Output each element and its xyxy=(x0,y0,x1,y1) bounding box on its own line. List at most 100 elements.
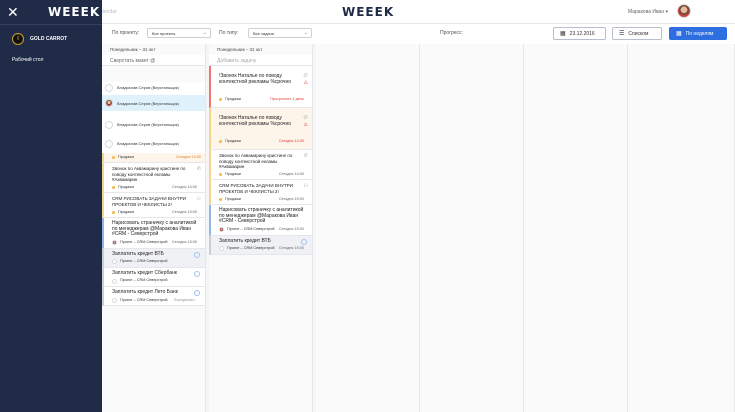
type-filter-label: По типу: xyxy=(219,30,239,36)
column-header: Понедельник – 31 окт xyxy=(217,47,263,52)
task-tag: Проект – CRM Северстрой xyxy=(112,298,167,304)
date-picker-button[interactable]: ▦ 23.12.2016 xyxy=(553,27,606,40)
column-header: Понедельник – 31 окт xyxy=(110,47,156,52)
users-icon: ⚇ xyxy=(303,183,308,190)
task-date: Сегодня 15:00 xyxy=(278,226,304,231)
task-title: Нарисовать страничку с аналитикой по мен… xyxy=(112,220,197,238)
task-card[interactable]: !Звонок Наталье по поводу контекстной ре… xyxy=(209,66,312,108)
task-date: Просрочено 1 день xyxy=(270,97,304,102)
filter-bar: По проекту: Все проекты ⌄ По типу: Все з… xyxy=(102,24,735,44)
check-icon[interactable] xyxy=(194,289,200,296)
task-tag: Проект – CRM Северстрой xyxy=(219,246,274,252)
task-card[interactable]: Заплатить кредит ВТБ Проект – CRM Северс… xyxy=(102,248,205,268)
user-menu[interactable]: Маракова Иван ▾ xyxy=(628,9,668,15)
breadcrumb[interactable]: alendar xyxy=(100,9,117,15)
task-card[interactable]: CRM РИСОВАТЬ ЗАДАЧИ ВНУТРИ ПРОЕКТОВ И ЧЕ… xyxy=(209,180,312,206)
task-title: Нарисовать страничку с аналитикой по мен… xyxy=(219,207,304,225)
project-filter-select[interactable]: Все проекты ⌄ xyxy=(147,28,211,38)
task-card[interactable]: Звонок по Аквамарину кристине по поводу … xyxy=(102,163,205,194)
task-tag: Продажи xyxy=(112,210,134,216)
day-column xyxy=(524,44,628,412)
sidebar-logo: WEEEK xyxy=(48,5,101,19)
check-icon[interactable] xyxy=(194,251,200,258)
task-date: Сегодня 14:00 xyxy=(278,139,304,144)
task-card[interactable]: Заплатить кредит Лето Банк Проект – CRM … xyxy=(102,286,205,307)
check-icon[interactable] xyxy=(194,270,200,277)
task-tag: Продажи xyxy=(219,97,241,103)
assignee-option[interactable]: Владислав Серов (Верстальщик) xyxy=(102,82,205,93)
task-card[interactable]: Нарисовать страничку с аналитикой по мен… xyxy=(102,218,205,249)
project-filter-value: Все проекты xyxy=(152,31,176,36)
phone-icon: ✆ xyxy=(196,166,201,172)
assignee-name: Владислав Серов (Верстальщик) xyxy=(117,100,179,106)
assignee-name: Владислав Серов (Верстальщик) xyxy=(117,141,179,146)
team-switcher[interactable]: i GOLD CARROT xyxy=(12,33,67,45)
task-title: Заплатить кредит Сбербанк xyxy=(112,269,177,276)
list-view-button[interactable]: ☰ Списком xyxy=(612,27,662,40)
team-name: GOLD CARROT xyxy=(30,36,68,42)
assignee-option[interactable]: Владислав Серов (Верстальщик) xyxy=(102,95,205,111)
task-tag: Продажи xyxy=(112,185,134,191)
add-task-input[interactable]: Сверстать макет @ xyxy=(102,55,205,66)
assignee-dropdown: Владислав Серов (Верстальщик) Владислав … xyxy=(102,82,205,163)
task-card[interactable]: Заплатить кредит ВТБ Проект – CRM Северс… xyxy=(209,235,312,255)
task-card[interactable]: CRM РИСОВАТЬ ЗАДАЧИ ВНУТРИ ПРОЕКТОВ И ЧЕ… xyxy=(102,193,205,219)
task-date: Сегодня 15:00 xyxy=(171,209,197,214)
avatar xyxy=(105,120,113,129)
drag-status: Передвигает... xyxy=(173,297,197,302)
task-title: Звонок по Аквамарину кристине по поводу … xyxy=(219,153,293,170)
task-tag: Проект – CRM Северстрой xyxy=(112,240,167,246)
avatar xyxy=(105,139,113,148)
type-filter-select[interactable]: Все задачи ⌄ xyxy=(248,28,312,38)
task-tag: Продажи xyxy=(219,197,241,203)
sidebar: ✕ WEEEK i GOLD CARROT Рабочий стол xyxy=(0,0,102,412)
date-value: 23.12.2016 xyxy=(569,30,595,37)
task-tag: Продажи xyxy=(112,155,134,159)
task-title: Заплатить кредит ВТБ xyxy=(219,237,271,244)
chevron-down-icon: ⌄ xyxy=(202,30,207,36)
day-column xyxy=(420,44,524,412)
app-logo: WEEEK xyxy=(342,5,395,19)
task-tag: Проект – CRM Северстрой xyxy=(112,259,167,265)
task-tag: Продажи xyxy=(219,139,241,145)
phone-icon: ✆ xyxy=(303,115,308,121)
task-card[interactable]: Нарисовать страничку с аналитикой по мен… xyxy=(209,205,312,236)
week-view-button[interactable]: ▦ По неделям xyxy=(669,27,727,40)
tag-dot xyxy=(112,155,115,159)
add-task-input[interactable]: Добавить задачу xyxy=(209,55,312,66)
calendar-icon: ▦ xyxy=(560,31,566,37)
phone-icon: ✆ xyxy=(303,153,308,159)
assignee-name: Владислав Серов (Верстальщик) xyxy=(117,122,179,127)
sidebar-item-desk[interactable]: Рабочий стол xyxy=(12,57,43,63)
topbar: alendar WEEEK Маракова Иван ▾ xyxy=(100,0,735,24)
users-icon: ⚇ xyxy=(196,196,201,203)
team-logo-icon: i xyxy=(12,33,24,45)
task-card[interactable]: Заплатить кредит Сбербанк Проект – CRM С… xyxy=(102,267,205,287)
check-icon[interactable] xyxy=(301,238,307,245)
task-date: Сегодня 14:00 xyxy=(171,184,197,189)
task-tag: Проект – CRM Северстрой xyxy=(112,278,167,284)
assignee-option[interactable]: Владислав Серов (Верстальщик) xyxy=(102,138,205,149)
task-date: Сегодня 15:00 xyxy=(278,246,304,251)
task-title: !Звонок Наталье по поводу контекстной ре… xyxy=(219,115,292,127)
project-filter-label: По проекту: xyxy=(112,30,140,36)
chevron-down-icon: ⌄ xyxy=(303,30,308,36)
task-date: Сегодня 14:00 xyxy=(278,171,304,176)
task-title: CRM РИСОВАТЬ ЗАДАЧИ ВНУТРИ ПРОЕКТОВ И ЧЕ… xyxy=(112,196,186,207)
day-column xyxy=(628,44,735,412)
day-column xyxy=(316,44,420,412)
avatar[interactable] xyxy=(677,4,691,18)
task-card[interactable]: Звонок по Аквамарину кристине по поводу … xyxy=(209,150,312,181)
assignee-name: Владислав Серов (Верстальщик) xyxy=(117,85,179,90)
task-card[interactable]: !Звонок Наталье по поводу контекстной ре… xyxy=(209,108,312,150)
task-title: CRM РИСОВАТЬ ЗАДАЧИ ВНУТРИ ПРОЕКТОВ И ЧЕ… xyxy=(219,183,293,194)
assignee-option[interactable]: Владислав Серов (Верстальщик) xyxy=(102,119,205,130)
close-icon[interactable]: ✕ xyxy=(7,5,19,19)
warning-icon: ⚠ xyxy=(303,121,308,128)
task-date: Сегодня 15:00 xyxy=(171,239,197,244)
task-date: Сегодня 14:00 xyxy=(175,155,201,159)
task-title: Заплатить кредит ВТБ xyxy=(112,250,164,257)
list-icon: ☰ xyxy=(619,31,625,37)
warning-icon: ⚠ xyxy=(303,79,308,86)
task-date: Сегодня 15:00 xyxy=(278,196,304,201)
